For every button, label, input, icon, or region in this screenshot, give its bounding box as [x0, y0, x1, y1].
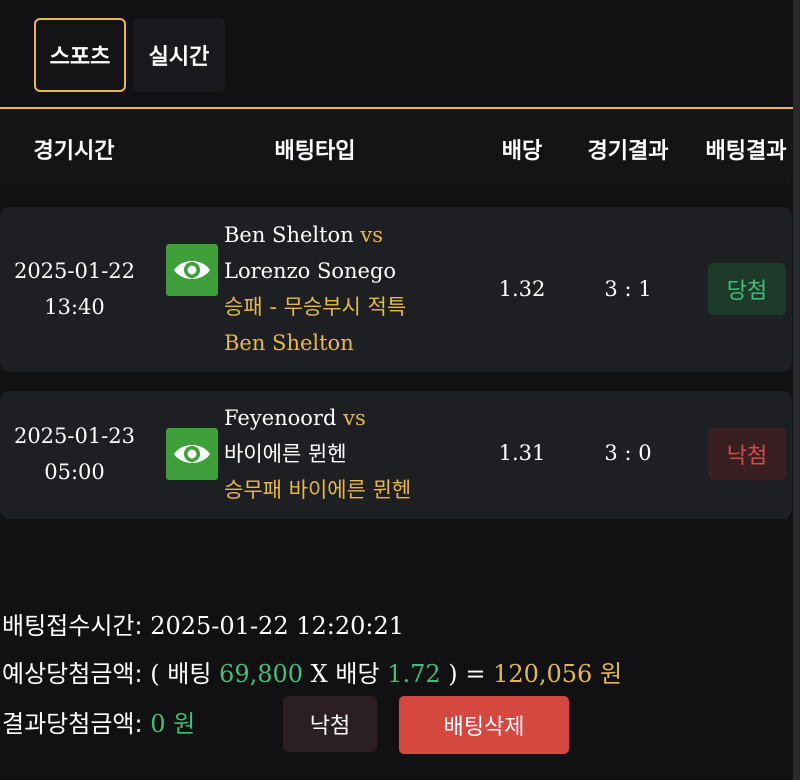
category-tabs: 스포츠 실시간 — [0, 0, 800, 108]
result-amount: 0 — [150, 710, 166, 738]
away-team: 바이에른 뮌헨 — [224, 442, 347, 466]
bet-result-badge: 낙첨 — [708, 428, 786, 480]
match-time: 2025-01-23 05:00 — [12, 418, 137, 490]
paren-close: ) — [448, 660, 458, 688]
bet-row: 2025-01-22 13:40 Ben Shelton vs Lorenzo … — [0, 207, 792, 372]
match-info: Ben Shelton vs Lorenzo Sonego 승패 - 무승부시 … — [224, 217, 484, 361]
match-date: 2025-01-23 — [13, 424, 136, 448]
bet-pick: Ben Shelton — [224, 331, 354, 355]
times-sign: X — [310, 660, 328, 688]
equals-sign: = — [465, 660, 486, 688]
bet-status-badge: 낙첨 — [283, 696, 377, 752]
result-winnings-label: 결과당첨금액: — [2, 710, 143, 738]
match-score: 3 : 1 — [604, 277, 652, 301]
header-bet-type: 배팅타입 — [274, 139, 356, 164]
match-score: 3 : 0 — [604, 441, 652, 465]
bet-row: 2025-01-23 05:00 Feyenoord vs 바이에른 뮌헨 승무… — [0, 391, 792, 519]
result-winnings-line: 결과당첨금액: 0 원 — [2, 704, 195, 739]
bet-type-line: 승무패 바이에른 뮌헨 — [224, 472, 484, 508]
scrollbar[interactable] — [793, 0, 800, 780]
result-unit: 원 — [173, 710, 196, 738]
receipt-time-value: 2025-01-22 12:20:21 — [150, 612, 405, 640]
receipt-time-label: 배팅접수시간: — [2, 612, 143, 640]
total-odds: 1.72 — [387, 660, 441, 688]
expected-winnings-line: 예상당첨금액: ( 배팅 69,800 X 배당 1.72 ) = 120,05… — [2, 654, 622, 689]
eye-icon — [174, 445, 210, 463]
vs-label: vs — [343, 406, 366, 430]
expected-amount: 120,056 — [493, 660, 593, 688]
receipt-time-line: 배팅접수시간: 2025-01-22 12:20:21 — [2, 606, 404, 641]
home-team: Feyenoord — [224, 406, 337, 430]
vs-label: vs — [360, 223, 384, 247]
odds-value: 1.31 — [498, 441, 546, 465]
paren-open: ( — [150, 660, 160, 688]
bet-result-badge: 당첨 — [708, 263, 786, 315]
bet-type: 승무패 — [224, 478, 282, 502]
eye-icon — [174, 261, 210, 279]
header-match-time: 경기시간 — [33, 139, 115, 164]
bet-type: 승패 - 무승부시 적특 — [224, 295, 407, 319]
header-bet-result: 배팅결과 — [705, 139, 787, 164]
match-date: 2025-01-22 — [13, 259, 136, 283]
expected-unit: 원 — [599, 660, 623, 688]
header-odds: 배당 — [501, 139, 543, 164]
table-header: 경기시간 배팅타입 배당 경기결과 배팅결과 — [0, 109, 792, 187]
match-clock: 13:40 — [44, 295, 105, 319]
match-clock: 05:00 — [44, 460, 105, 484]
home-team: Ben Shelton — [224, 223, 354, 247]
odds-word: 배당 — [335, 660, 380, 688]
tab-live[interactable]: 실시간 — [133, 18, 225, 92]
bet-word: 배팅 — [167, 660, 212, 688]
bet-pick: 바이에른 뮌헨 — [288, 478, 412, 502]
view-details-button[interactable] — [166, 428, 218, 480]
view-details-button[interactable] — [166, 244, 218, 296]
header-match-result: 경기결과 — [587, 139, 669, 164]
delete-bet-button[interactable]: 배팅삭제 — [399, 696, 569, 754]
bet-amount: 69,800 — [219, 660, 304, 688]
away-team: Lorenzo Sonego — [224, 259, 397, 283]
match-time: 2025-01-22 13:40 — [12, 253, 137, 325]
bet-history-page: 스포츠 실시간 경기시간 배팅타입 배당 경기결과 배팅결과 2025-01-2… — [0, 0, 800, 780]
expected-winnings-label: 예상당첨금액: — [2, 660, 143, 688]
tab-sports[interactable]: 스포츠 — [34, 18, 126, 92]
odds-value: 1.32 — [498, 277, 546, 301]
match-info: Feyenoord vs 바이에른 뮌헨 승무패 바이에른 뮌헨 — [224, 400, 484, 508]
